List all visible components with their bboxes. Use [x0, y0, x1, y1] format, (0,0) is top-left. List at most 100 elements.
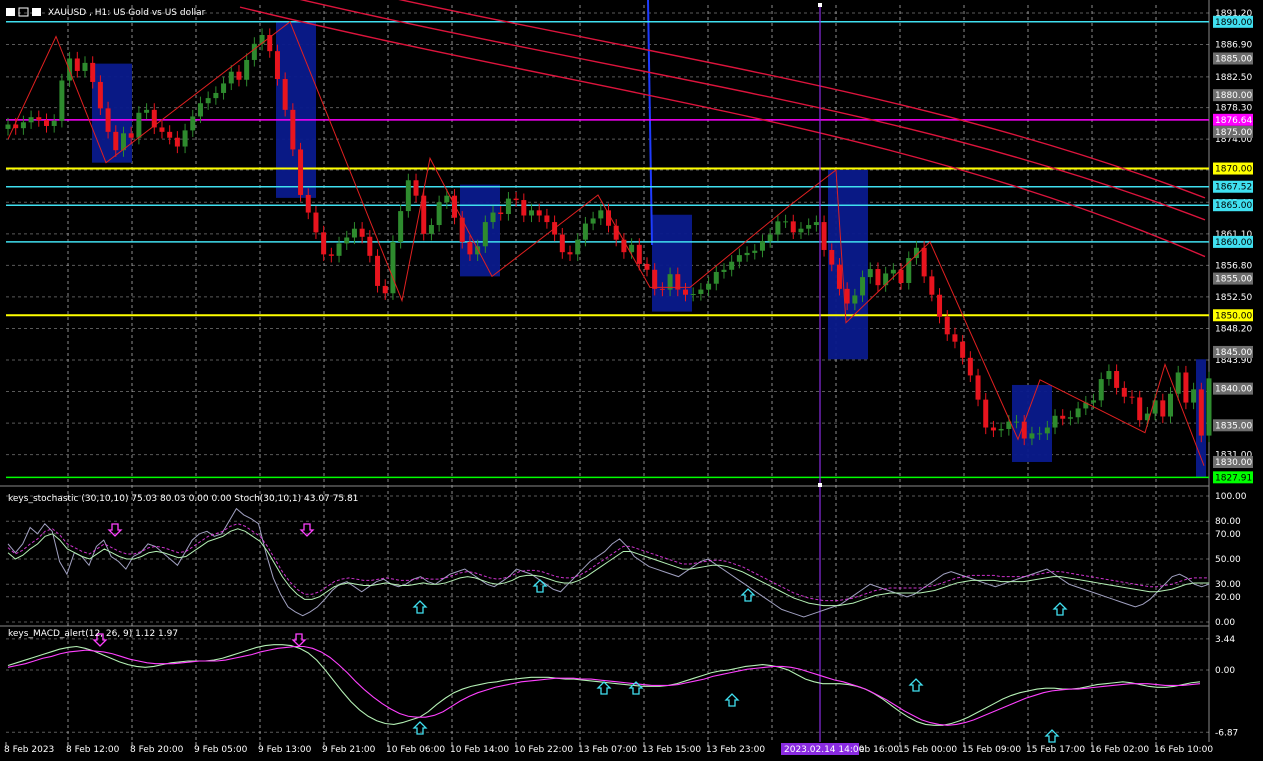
time-tick-label: 9 Feb 13:00	[258, 745, 312, 755]
candle-body	[1098, 379, 1104, 401]
candle-body	[428, 225, 434, 234]
arrow-up-icon	[412, 600, 428, 614]
macd-signal-line	[7, 645, 1201, 726]
highlight-box	[652, 214, 692, 312]
candle-body	[1106, 371, 1112, 380]
price-level-tag-text: 1875.00	[1215, 128, 1252, 138]
stoch-tick-label: 30.00	[1215, 580, 1241, 590]
candle-body	[513, 198, 519, 201]
candle-body	[813, 222, 819, 226]
price-tick-label: 1848.20	[1215, 324, 1252, 334]
stoch-tick-label: 80.00	[1215, 517, 1241, 527]
candle-body	[159, 127, 165, 132]
candle-body	[1183, 372, 1189, 403]
time-tick-label: 10 Feb 22:00	[514, 745, 573, 755]
candle-body	[783, 221, 789, 223]
chart-settings-icon[interactable]	[32, 8, 41, 16]
candle-body	[82, 62, 88, 71]
candle-body	[90, 62, 96, 82]
candle-body	[174, 137, 180, 147]
arrow-up-icon	[1052, 602, 1068, 616]
candle-body	[1129, 396, 1135, 398]
candle-body	[536, 210, 542, 216]
stoch-tick-label: 20.00	[1215, 593, 1241, 603]
highlight-box	[460, 184, 500, 277]
crosshair-time-text: 2023.02.14 14:00	[784, 745, 865, 755]
price-level-tag-text: 1855.00	[1215, 275, 1252, 285]
candle-body	[228, 71, 234, 84]
crosshair-handle[interactable]	[818, 3, 822, 7]
candle-body	[1052, 415, 1058, 428]
candle-body	[798, 228, 804, 233]
main-chart-title: XAUUSD , H1: US Gold vs US dollar	[48, 8, 206, 18]
candle-body	[452, 195, 458, 218]
candle-body	[298, 149, 304, 195]
price-level-tag-text: 1890.00	[1215, 18, 1252, 28]
candle-body	[351, 228, 357, 238]
candle-body	[136, 112, 142, 138]
candle-body	[413, 180, 419, 196]
price-tick-label: 1852.50	[1215, 293, 1252, 303]
candle-body	[767, 234, 773, 242]
arrow-down-icon	[291, 633, 307, 647]
price-tick-label: 1856.80	[1215, 261, 1252, 271]
candle-body	[236, 71, 242, 80]
chart-menu-icon[interactable]	[6, 8, 15, 16]
price-tick-label: 1878.30	[1215, 104, 1252, 114]
candle-body	[313, 212, 319, 233]
candle-body	[1067, 417, 1073, 419]
candle-body	[821, 222, 827, 250]
candle-body	[559, 234, 565, 253]
candle-body	[544, 215, 550, 223]
candle-body	[721, 269, 727, 272]
candle-body	[852, 295, 858, 304]
candle-body	[482, 222, 488, 247]
candle-body	[190, 116, 196, 131]
price-level-tag-text: 1867.52	[1215, 183, 1252, 193]
candle-body	[375, 255, 381, 286]
time-tick-label: 10 Feb 06:00	[386, 745, 445, 755]
price-level-tag-text: 1865.00	[1215, 201, 1252, 211]
candle-body	[359, 228, 365, 237]
chart-window[interactable]: 1891.201886.901882.501878.301874.001869.…	[0, 0, 1263, 761]
candle-body	[1198, 389, 1204, 436]
candle-body	[105, 108, 111, 132]
candle-body	[937, 294, 943, 317]
time-tick-label: 10 Feb 14:00	[450, 745, 509, 755]
stoch-tick-label: 0.00	[1215, 618, 1235, 628]
candle-body	[706, 283, 712, 290]
candle-body	[713, 271, 719, 284]
candle-body	[59, 80, 65, 121]
macd-tick-label: -6.87	[1215, 728, 1238, 738]
candle-body	[305, 194, 311, 213]
macd-title: keys_MACD_alert(12, 26, 9) 1.12 1.97	[8, 629, 178, 639]
candle-body	[128, 133, 134, 138]
candle-body	[344, 237, 350, 244]
candle-body	[282, 79, 288, 110]
candle-body	[444, 195, 450, 203]
chart-canvas[interactable]: 1891.201886.901882.501878.301874.001869.…	[0, 0, 1263, 761]
candle-body	[844, 288, 850, 304]
macd-tick-label: 0.00	[1215, 666, 1235, 676]
time-tick-label: 9 Feb 21:00	[322, 745, 376, 755]
candle-body	[744, 252, 750, 256]
stoch-signal-line	[7, 528, 1209, 607]
candle-body	[1021, 421, 1027, 439]
time-tick-label: 9 Feb 05:00	[194, 745, 248, 755]
crosshair-handle[interactable]	[818, 483, 822, 487]
one-click-trade-icon[interactable]	[18, 7, 29, 17]
candle-body	[51, 120, 57, 126]
candle-body	[1206, 378, 1212, 436]
candle-body	[1014, 421, 1020, 423]
candle-body	[505, 198, 511, 215]
candle-body	[682, 289, 688, 295]
price-tick-label: 1886.90	[1215, 41, 1252, 51]
candle-body	[975, 375, 981, 400]
candle-body	[575, 239, 581, 255]
candle-body	[1114, 371, 1120, 388]
arrow-up-icon	[532, 579, 548, 593]
candle-body	[1152, 400, 1158, 414]
price-level-tag-text: 1845.00	[1215, 348, 1252, 358]
stoch-tick-label: 70.00	[1215, 530, 1241, 540]
candle-body	[921, 247, 927, 277]
